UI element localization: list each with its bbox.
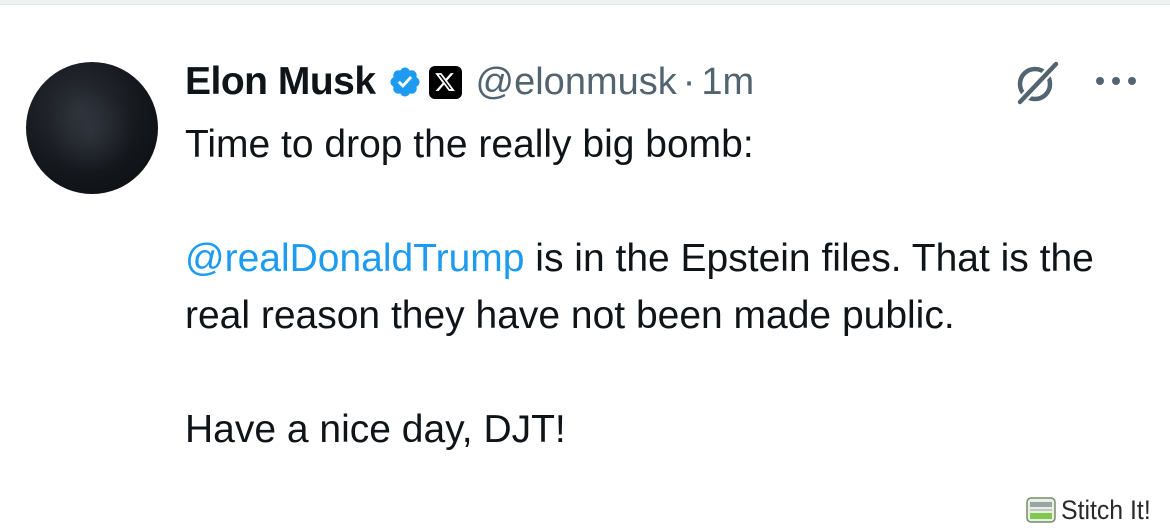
x-affiliation-badge-icon[interactable] <box>428 65 462 99</box>
mention-link[interactable]: @realDonaldTrump <box>185 237 524 280</box>
avatar[interactable] <box>26 62 158 194</box>
more-options-icon[interactable] <box>1092 66 1140 96</box>
top-divider <box>0 0 1170 5</box>
tweet-text: Time to drop the really big bomb: @realD… <box>185 116 1145 458</box>
tweet-timestamp[interactable]: 1m <box>701 61 754 104</box>
tweet-header: Elon Musk @elonmusk · 1m <box>185 54 754 110</box>
tweet-text-paragraph-2: @realDonaldTrump is in the Epstein files… <box>185 230 1145 344</box>
author-handle[interactable]: @elonmusk <box>476 61 677 104</box>
meta-separator: · <box>682 60 696 103</box>
stitch-watermark-label: Stitch It! <box>1061 494 1151 525</box>
verified-badge-icon[interactable] <box>388 65 422 99</box>
grok-icon[interactable] <box>1012 59 1062 107</box>
stitch-watermark: Stitch It! <box>1026 493 1159 527</box>
author-display-name[interactable]: Elon Musk <box>185 60 376 104</box>
tweet-text-line-1: Time to drop the really big bomb: <box>185 123 754 166</box>
stitch-app-icon <box>1026 497 1056 523</box>
tweet-text-line-3: Have a nice day, DJT! <box>185 408 566 451</box>
avatar-shading <box>46 92 136 172</box>
